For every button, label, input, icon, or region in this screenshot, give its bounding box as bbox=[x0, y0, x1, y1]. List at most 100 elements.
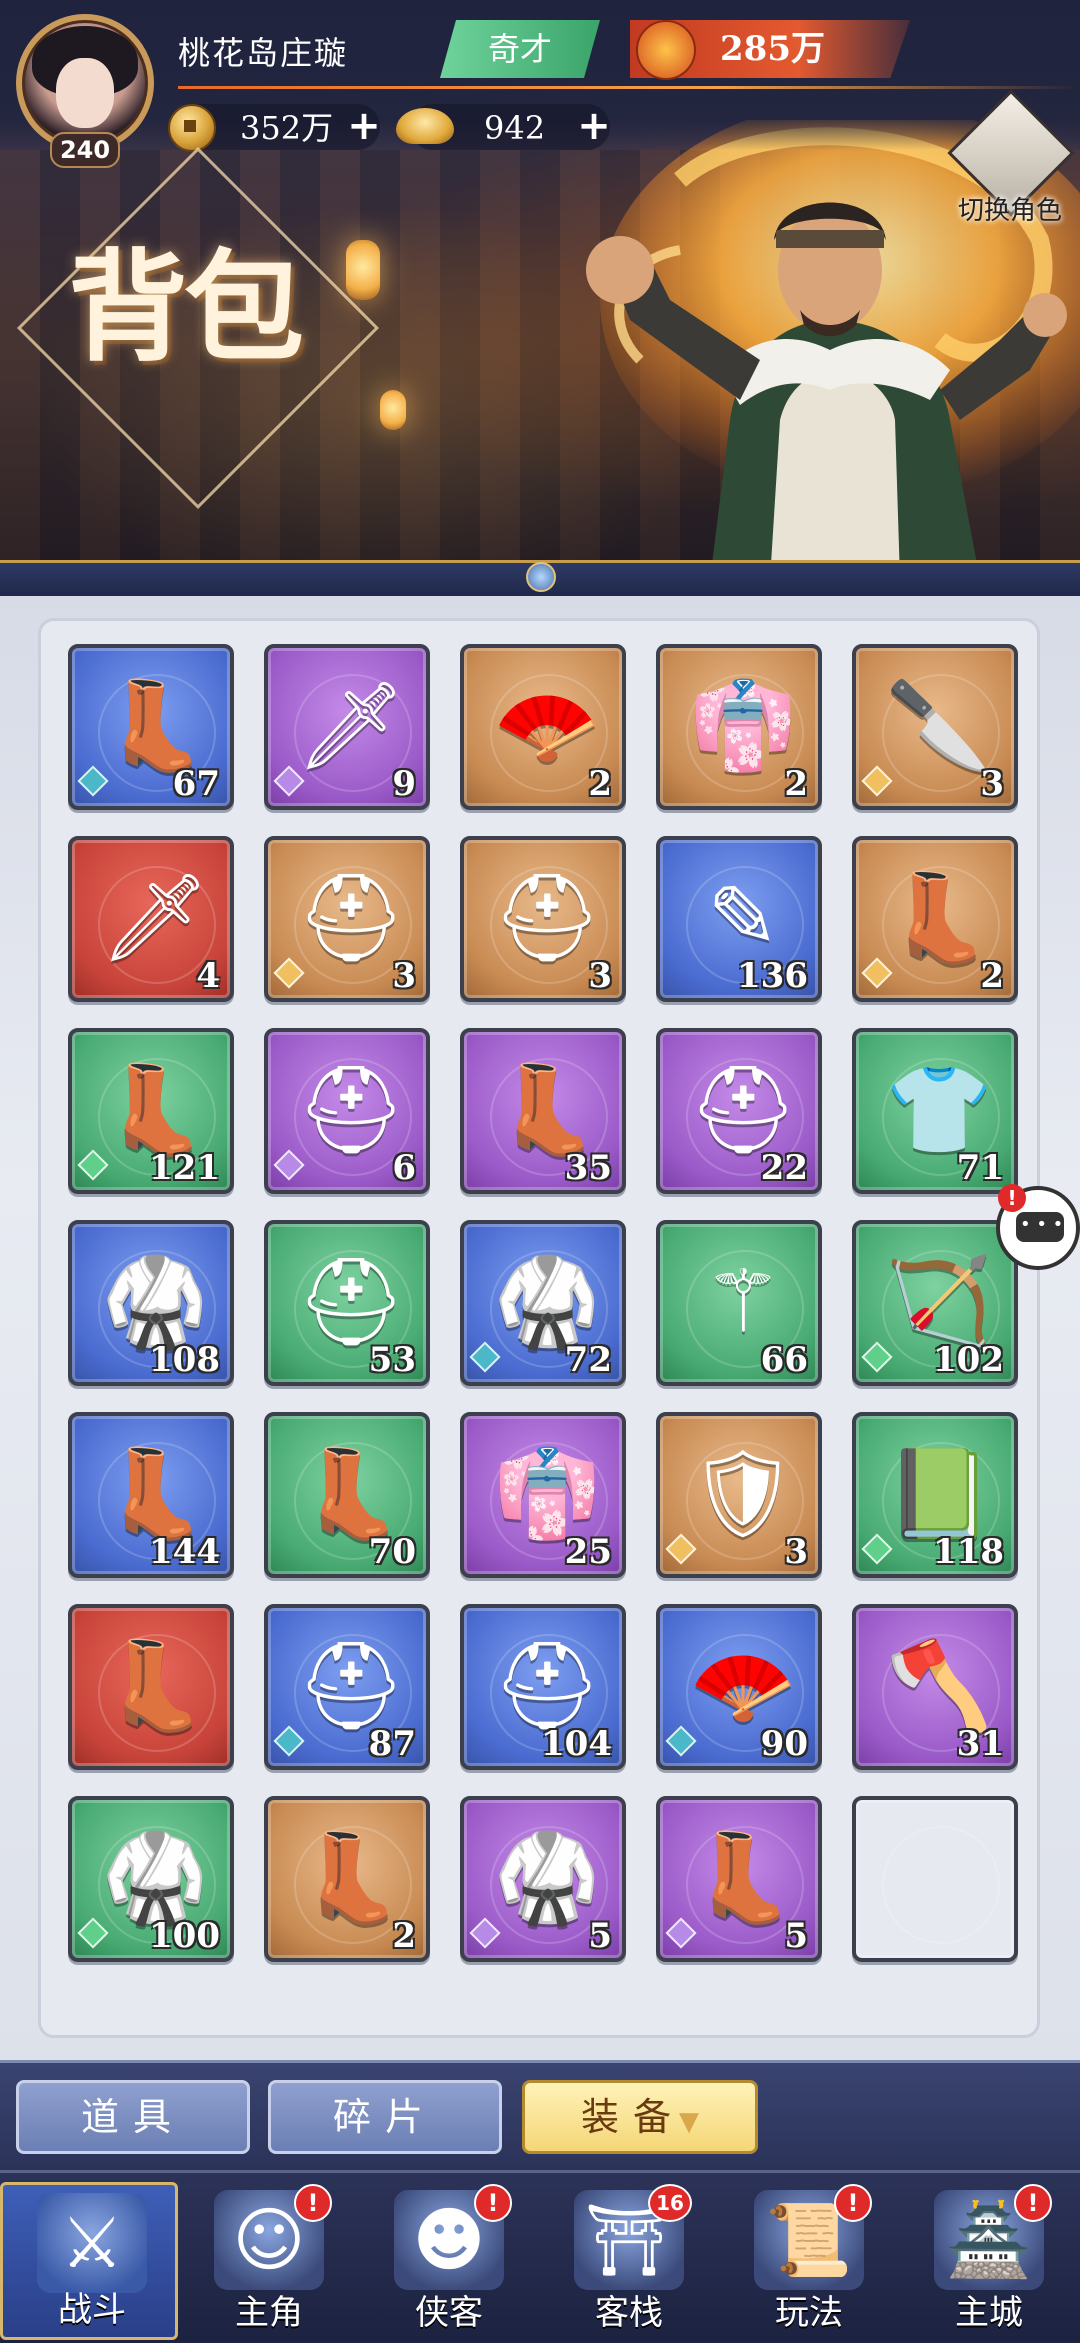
item-count: 87 bbox=[368, 1724, 416, 1764]
inventory-slot[interactable]: 🪓 31 bbox=[852, 1604, 1018, 1770]
item-count: 35 bbox=[564, 1148, 612, 1188]
item-count: 2 bbox=[392, 1916, 416, 1956]
inventory-slot[interactable]: ⚚ 66 bbox=[656, 1220, 822, 1386]
inventory-slot[interactable]: 🛡 3 bbox=[656, 1412, 822, 1578]
item-count: 136 bbox=[737, 956, 808, 996]
nav-item-scroll[interactable]: 📜 玩法! bbox=[720, 2182, 898, 2340]
add-coins-button[interactable]: + bbox=[344, 106, 384, 146]
inventory-slot[interactable]: 👘 2 bbox=[656, 644, 822, 810]
add-ingots-button[interactable]: + bbox=[574, 106, 614, 146]
chat-bubble-icon bbox=[1016, 1212, 1064, 1242]
inventory-slot[interactable]: 🏹 102 bbox=[852, 1220, 1018, 1386]
inventory-slot[interactable]: 🥋 108 bbox=[68, 1220, 234, 1386]
nav-item-straw-hat[interactable]: ☻ 侠客! bbox=[360, 2182, 538, 2340]
nav-label: 主城 bbox=[955, 2293, 1023, 2333]
inventory-slot[interactable]: 👢 2 bbox=[264, 1796, 430, 1962]
inventory-slot[interactable]: ⛑ 3 bbox=[264, 836, 430, 1002]
coin-amount: 352万 bbox=[240, 109, 334, 147]
nav-item-hero-portrait[interactable]: ☺ 主角! bbox=[180, 2182, 358, 2340]
inventory-slot[interactable]: ⛑ 104 bbox=[460, 1604, 626, 1770]
inventory-slot[interactable]: 👢 35 bbox=[460, 1028, 626, 1194]
item-count: 3 bbox=[588, 956, 612, 996]
rank-badge: 奇才 bbox=[440, 20, 600, 78]
inventory-slot[interactable]: ⛑ 6 bbox=[264, 1028, 430, 1194]
inventory-slot[interactable]: ⛑ 3 bbox=[460, 836, 626, 1002]
inventory-slot[interactable]: ⛑ 87 bbox=[264, 1604, 430, 1770]
item-count: 3 bbox=[980, 764, 1004, 804]
dropdown-caret-icon: ▼ bbox=[679, 2107, 699, 2137]
notification-badge: ! bbox=[474, 2184, 512, 2222]
inventory-slot[interactable]: 🥋 72 bbox=[460, 1220, 626, 1386]
empty-inventory-slot[interactable] bbox=[852, 1796, 1018, 1962]
copper-coin-icon bbox=[168, 104, 216, 152]
tab-fragments[interactable]: 碎片 bbox=[268, 2080, 502, 2154]
notification-badge: ! bbox=[294, 2184, 332, 2222]
notification-badge: 16 bbox=[648, 2184, 692, 2222]
nav-item-crossed-swords[interactable]: ⚔ 战斗 bbox=[0, 2182, 178, 2340]
inventory-slot[interactable]: 👢 70 bbox=[264, 1412, 430, 1578]
inventory-slot[interactable]: 👢 bbox=[68, 1604, 234, 1770]
inventory-slot[interactable]: 🪭 2 bbox=[460, 644, 626, 810]
nav-label: 战斗 bbox=[58, 2290, 126, 2330]
nav-item-inn-gate[interactable]: ⛩ 客栈 16 bbox=[540, 2182, 718, 2340]
tab-equipment-label: 装备 bbox=[580, 2095, 685, 2139]
item-count: 104 bbox=[541, 1724, 612, 1764]
tab-fragments-label: 碎片 bbox=[332, 2095, 437, 2139]
item-count: 121 bbox=[149, 1148, 220, 1188]
combat-power-value: 285万 bbox=[720, 29, 825, 69]
switch-role-label: 切换角色 bbox=[957, 196, 1062, 226]
gold-ingot-icon bbox=[396, 108, 454, 144]
item-count: 70 bbox=[368, 1532, 416, 1572]
item-count: 90 bbox=[760, 1724, 808, 1764]
boots-icon: 👢 bbox=[101, 1636, 209, 1736]
inventory-slot[interactable]: 🗡 4 bbox=[68, 836, 234, 1002]
item-count: 9 bbox=[392, 764, 416, 804]
item-count: 108 bbox=[149, 1340, 220, 1380]
crossed-swords-icon: ⚔ bbox=[37, 2193, 147, 2293]
item-count: 3 bbox=[784, 1532, 808, 1572]
player-name: 桃花岛庄璇 bbox=[178, 34, 349, 72]
inventory-slot[interactable]: 🥋 5 bbox=[460, 1796, 626, 1962]
inventory-slot[interactable]: 🔪 3 bbox=[852, 644, 1018, 810]
inventory-slot[interactable]: ✎ 136 bbox=[656, 836, 822, 1002]
lantern-icon bbox=[380, 390, 406, 430]
switch-role-button[interactable]: 切换角色 bbox=[947, 89, 1075, 228]
tab-items[interactable]: 道具 bbox=[16, 2080, 250, 2154]
item-count: 2 bbox=[784, 764, 808, 804]
inventory-slot[interactable]: 👢 2 bbox=[852, 836, 1018, 1002]
item-count: 118 bbox=[933, 1532, 1004, 1572]
floating-chat-button[interactable]: ! bbox=[996, 1184, 1080, 1270]
nav-label: 主角 bbox=[235, 2293, 303, 2333]
page-title: 背包 bbox=[68, 237, 304, 378]
inventory-slot[interactable]: 🗡 9 bbox=[264, 644, 430, 810]
inventory-slot[interactable]: 📗 118 bbox=[852, 1412, 1018, 1578]
inventory-slot[interactable]: 👢 5 bbox=[656, 1796, 822, 1962]
inventory-slot[interactable]: 👢 144 bbox=[68, 1412, 234, 1578]
ingot-amount: 942 bbox=[484, 109, 546, 147]
item-count: 3 bbox=[392, 956, 416, 996]
nav-item-city-tower[interactable]: 🏯 主城! bbox=[900, 2182, 1078, 2340]
notification-badge: ! bbox=[1014, 2184, 1052, 2222]
inventory-slot[interactable]: ⛑ 22 bbox=[656, 1028, 822, 1194]
tab-items-label: 道具 bbox=[80, 2095, 185, 2139]
nav-label: 玩法 bbox=[775, 2293, 843, 2333]
nav-label: 侠客 bbox=[415, 2293, 483, 2333]
item-count: 31 bbox=[956, 1724, 1004, 1764]
inventory-slot[interactable]: 🪭 90 bbox=[656, 1604, 822, 1770]
inventory-slot[interactable]: 👕 71 bbox=[852, 1028, 1018, 1194]
inventory-slot[interactable]: 🥋 100 bbox=[68, 1796, 234, 1962]
inventory-slot[interactable]: 👢 67 bbox=[68, 644, 234, 810]
tab-equipment[interactable]: 装备▼ bbox=[522, 2080, 758, 2154]
notification-badge: ! bbox=[834, 2184, 872, 2222]
inventory-slot[interactable]: 👢 121 bbox=[68, 1028, 234, 1194]
nav-label: 客栈 bbox=[595, 2293, 663, 2333]
divider bbox=[178, 86, 1078, 89]
item-count: 5 bbox=[784, 1916, 808, 1956]
item-count: 100 bbox=[149, 1916, 220, 1956]
item-count: 102 bbox=[933, 1340, 1004, 1380]
item-count: 25 bbox=[564, 1532, 612, 1572]
inventory-slot[interactable]: ⛑ 53 bbox=[264, 1220, 430, 1386]
item-count: 2 bbox=[980, 956, 1004, 996]
item-count: 2 bbox=[588, 764, 612, 804]
inventory-slot[interactable]: 👘 25 bbox=[460, 1412, 626, 1578]
